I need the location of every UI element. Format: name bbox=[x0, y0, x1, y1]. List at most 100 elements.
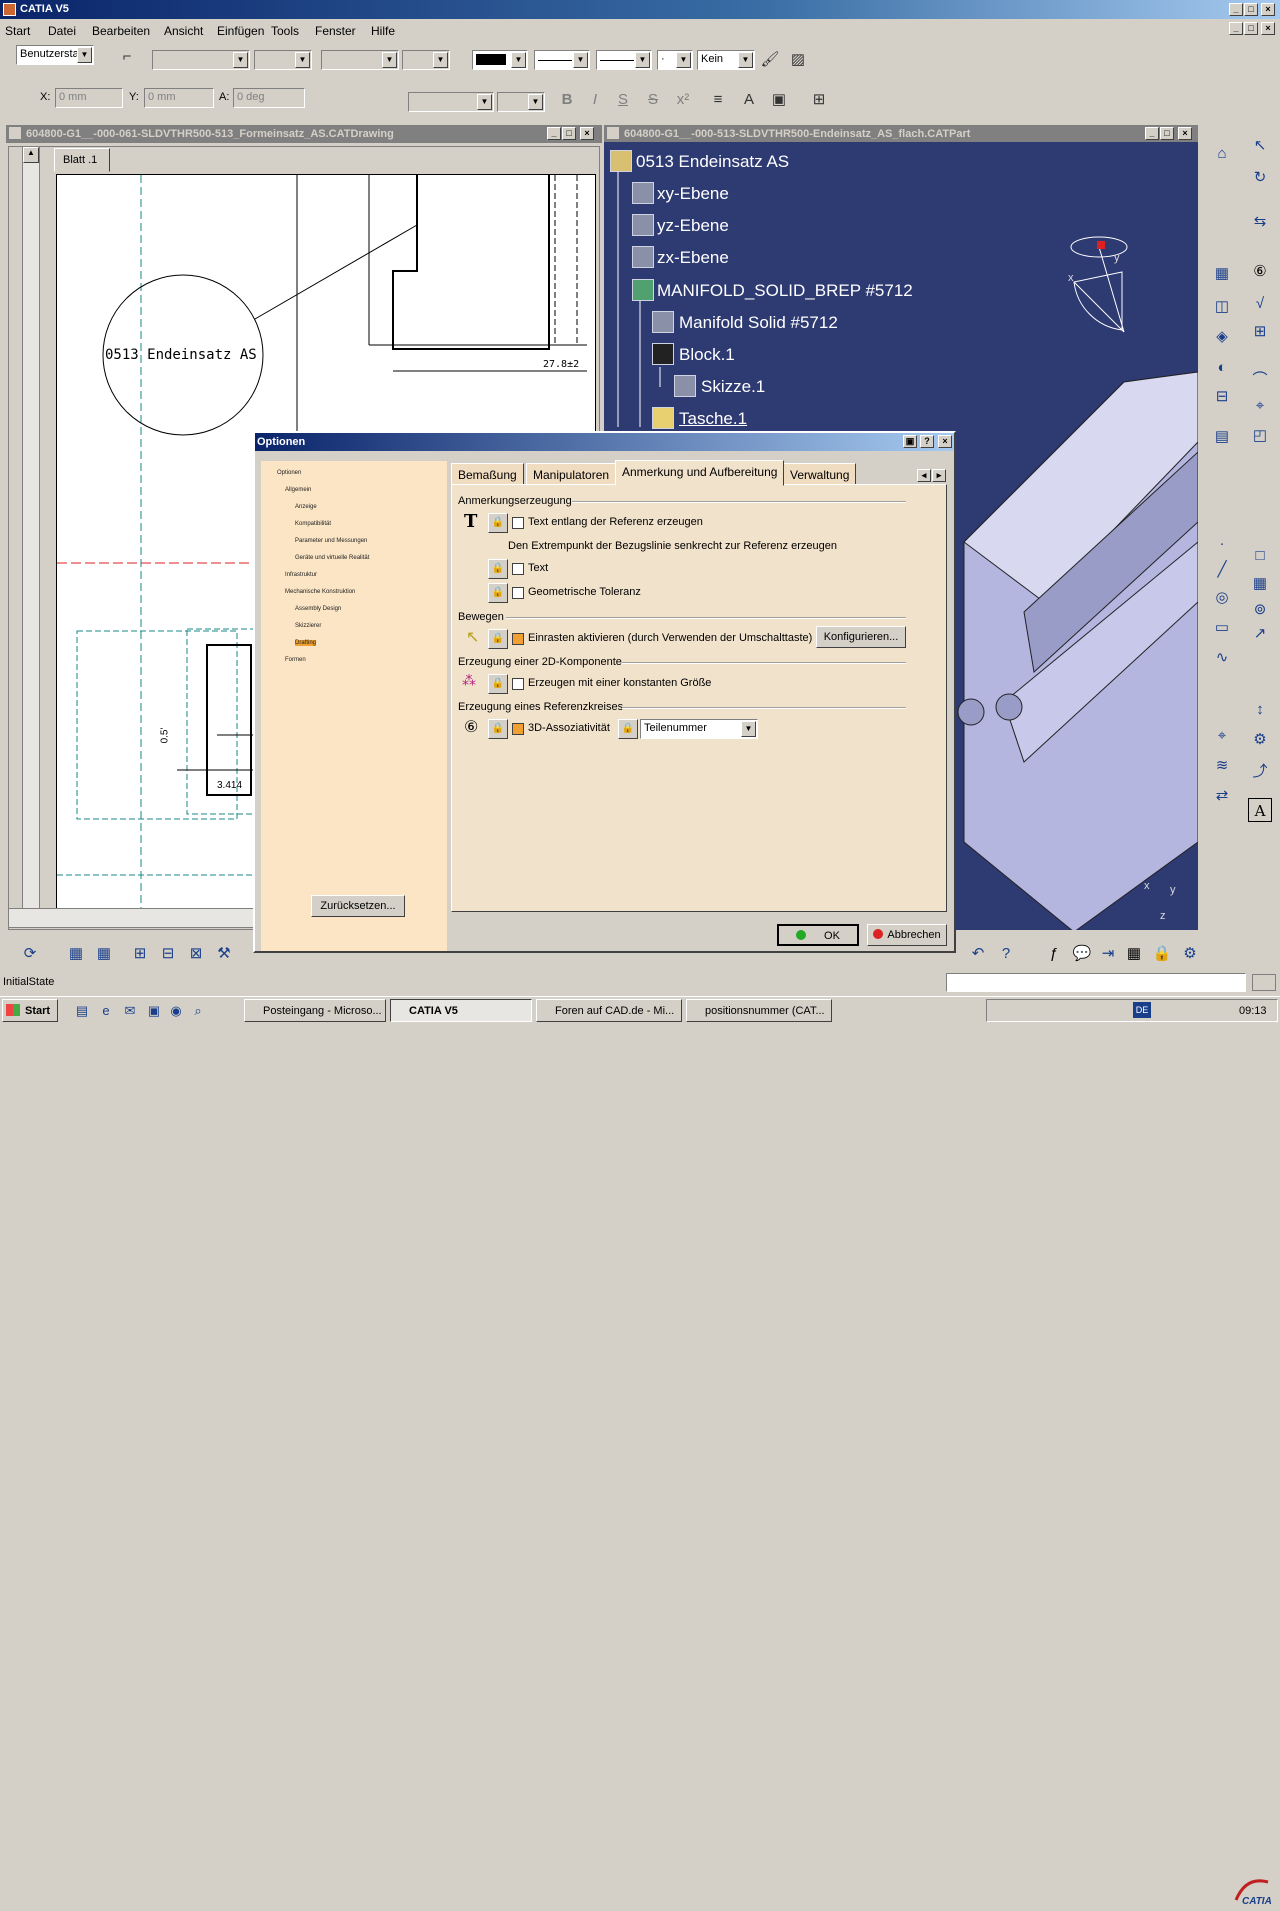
menu-bearbeiten[interactable]: Bearbeiten bbox=[92, 24, 150, 38]
task-positionsnummer[interactable]: positionsnummer (CAT... bbox=[686, 999, 832, 1022]
doc-restore-button[interactable]: □ bbox=[1244, 22, 1258, 35]
lock-icon[interactable]: 🔒 bbox=[488, 629, 508, 649]
menu-hilfe[interactable]: Hilfe bbox=[371, 24, 395, 38]
measure-icon[interactable]: ⇥ bbox=[1096, 942, 1120, 966]
menu-ansicht[interactable]: Ansicht bbox=[164, 24, 203, 38]
tree-node-options[interactable]: Optionen bbox=[269, 465, 369, 482]
tools-icon[interactable]: ⚒ bbox=[212, 942, 236, 966]
bold-button[interactable]: B bbox=[556, 89, 578, 111]
app-icon[interactable]: ◉ bbox=[164, 999, 188, 1023]
tree-item-xy-plane[interactable]: xy-Ebene bbox=[657, 184, 729, 204]
tree-node-compatibility[interactable]: Kompatibilität bbox=[269, 516, 369, 533]
axis-icon[interactable]: ◰ bbox=[1248, 424, 1272, 448]
lock-icon[interactable]: 🔒 bbox=[488, 559, 508, 579]
drawing-vscrollbar[interactable]: ▲ bbox=[22, 146, 40, 910]
point-icon[interactable]: · bbox=[1210, 532, 1234, 556]
plane-icon[interactable] bbox=[632, 214, 654, 236]
font-select[interactable]: ▼ bbox=[152, 50, 250, 70]
tab-scroll-left-button[interactable]: ◂ bbox=[917, 469, 931, 482]
doc-minimize-button[interactable]: _ bbox=[1229, 22, 1243, 35]
text-properties-icon[interactable]: A bbox=[738, 89, 760, 111]
reset-button[interactable]: Zurücksetzen... bbox=[311, 895, 405, 917]
text-checkbox[interactable] bbox=[512, 563, 524, 575]
analysis-icon[interactable]: ⊟ bbox=[156, 942, 180, 966]
plane-icon[interactable] bbox=[632, 246, 654, 268]
detail-icon[interactable]: ◈ bbox=[1210, 325, 1234, 349]
circle-icon[interactable]: ◎ bbox=[1210, 586, 1234, 610]
tab-annotation[interactable]: Anmerkung und Aufbereitung bbox=[615, 460, 785, 486]
superscript-button[interactable]: x² bbox=[672, 89, 694, 111]
tree-item-yz-plane[interactable]: yz-Ebene bbox=[657, 216, 729, 236]
quicklaunch-icon[interactable]: ▤ bbox=[70, 999, 94, 1023]
update-icon[interactable]: ⇆ bbox=[1248, 210, 1272, 234]
desktop-icon[interactable]: ▣ bbox=[142, 999, 166, 1023]
part-minimize-button[interactable]: _ bbox=[1145, 127, 1159, 140]
command-button[interactable] bbox=[1252, 974, 1276, 991]
maximize-button[interactable]: □ bbox=[1244, 3, 1258, 16]
style-select[interactable]: Benutzersta ▼ bbox=[16, 45, 94, 65]
tree-item-manifold-brep[interactable]: MANIFOLD_SOLID_BREP #5712 bbox=[657, 281, 913, 301]
tree-node-assembly[interactable]: Assembly Design bbox=[269, 601, 369, 618]
tab-dimensioning[interactable]: Bemaßung bbox=[451, 463, 524, 485]
hatch-pattern-icon[interactable]: ▨ bbox=[787, 49, 809, 71]
section-icon[interactable]: ◫ bbox=[1210, 295, 1234, 319]
rectangle-icon[interactable]: □ bbox=[1248, 544, 1272, 568]
block-icon[interactable] bbox=[652, 343, 674, 365]
drawing-maximize-button[interactable]: □ bbox=[562, 127, 576, 140]
geometric-tolerance-checkbox[interactable] bbox=[512, 587, 524, 599]
formula-icon[interactable]: ƒ bbox=[1042, 942, 1066, 966]
tab-administration[interactable]: Verwaltung bbox=[783, 463, 857, 485]
font-name-select[interactable]: ▼ bbox=[408, 92, 494, 112]
linewidth-select[interactable]: ▼ bbox=[596, 50, 652, 70]
reverse-icon[interactable]: ⇄ bbox=[1210, 784, 1234, 808]
spline-icon[interactable]: ∿ bbox=[1210, 646, 1234, 670]
thread-icon[interactable]: ⊚ bbox=[1248, 598, 1272, 622]
task-cad-forum[interactable]: Foren auf CAD.de - Mi... bbox=[536, 999, 682, 1022]
drawing-close-button[interactable]: × bbox=[580, 127, 594, 140]
tree-node-parameters[interactable]: Parameter und Messungen bbox=[269, 533, 369, 550]
close-button[interactable]: × bbox=[1261, 3, 1275, 16]
constant-size-checkbox[interactable] bbox=[512, 678, 524, 690]
lock-icon[interactable]: 🔒 bbox=[488, 674, 508, 694]
tree-node-infrastructure[interactable]: Infrastruktur bbox=[269, 567, 369, 584]
gear-icon[interactable] bbox=[632, 279, 654, 301]
menu-einfuegen[interactable]: Einfügen bbox=[217, 24, 264, 38]
tree-item-block[interactable]: Block.1 bbox=[679, 345, 735, 365]
menu-fenster[interactable]: Fenster bbox=[315, 24, 356, 38]
table-icon[interactable]: ⊞ bbox=[1248, 320, 1272, 344]
arc-icon[interactable]: ⌒ bbox=[1248, 368, 1272, 392]
line-weight-select[interactable]: Kein ▼ bbox=[697, 50, 755, 70]
lock-tool-icon[interactable]: 🔒 bbox=[1150, 942, 1174, 966]
tab-manipulators[interactable]: Manipulatoren bbox=[526, 463, 617, 485]
tree-node-mechanical[interactable]: Mechanische Konstruktion bbox=[269, 584, 369, 601]
task-outlook[interactable]: Posteingang - Microso... bbox=[244, 999, 386, 1022]
angle-field[interactable]: 0 deg bbox=[233, 88, 305, 108]
rotate-icon[interactable]: ↻ bbox=[1248, 166, 1272, 190]
grid-display-icon[interactable]: ▦ bbox=[92, 942, 116, 966]
tree-node-devices[interactable]: Geräte und virtuelle Realität bbox=[269, 550, 369, 567]
menu-tools[interactable]: Tools bbox=[271, 24, 299, 38]
x-field[interactable]: 0 mm bbox=[55, 88, 123, 108]
color-select[interactable]: ▼ bbox=[472, 50, 528, 70]
task-catia[interactable]: CATIA V5 bbox=[390, 999, 532, 1022]
layer-filter-select[interactable]: ▼ bbox=[402, 50, 450, 70]
fixture-icon[interactable]: ⌖ bbox=[1248, 394, 1272, 418]
tree-node-sketcher[interactable]: Skizzierer bbox=[269, 618, 369, 635]
lock-icon[interactable]: 🔒 bbox=[488, 583, 508, 603]
part-close-button[interactable]: × bbox=[1178, 127, 1192, 140]
tree-node-shapes[interactable]: Formen bbox=[269, 652, 369, 669]
y-field[interactable]: 0 mm bbox=[144, 88, 214, 108]
gear-constraint-icon[interactable]: ⚙ bbox=[1248, 728, 1272, 752]
dialog-help-button[interactable]: ? bbox=[920, 435, 934, 448]
menu-datei[interactable]: Datei bbox=[48, 24, 76, 38]
plane-icon[interactable] bbox=[632, 182, 654, 204]
dimension-bar-icon[interactable]: ↕ bbox=[1248, 698, 1272, 722]
linetype-select[interactable]: ▼ bbox=[534, 50, 590, 70]
refresh-icon[interactable]: ⟳ bbox=[18, 942, 42, 966]
tree-item-part[interactable]: 0513 Endeinsatz AS bbox=[636, 152, 789, 172]
lock-icon[interactable]: 🔒 bbox=[618, 719, 638, 739]
filter-icon[interactable]: ⊠ bbox=[184, 942, 208, 966]
doc-close-button[interactable]: × bbox=[1261, 22, 1275, 35]
drawing-minimize-button[interactable]: _ bbox=[547, 127, 561, 140]
calculator-icon[interactable]: ▦ bbox=[1122, 942, 1146, 966]
